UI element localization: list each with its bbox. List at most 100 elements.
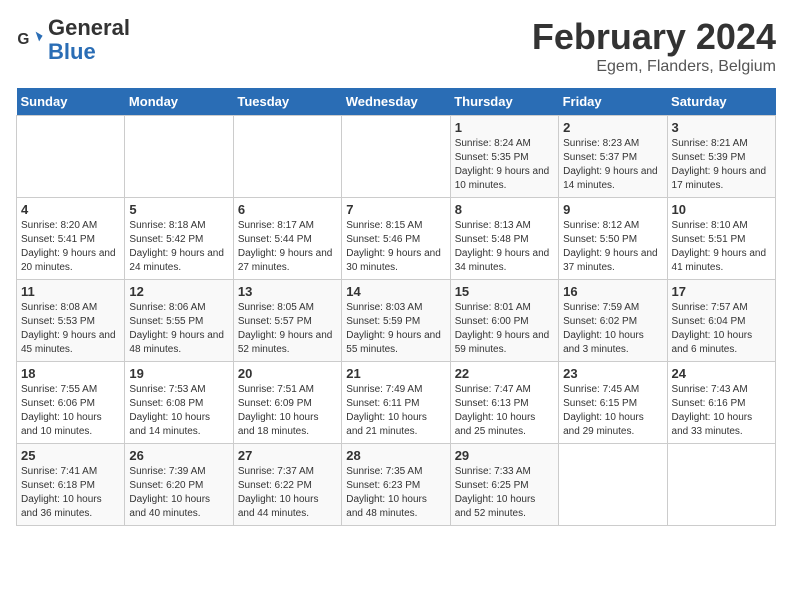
day-number: 14 bbox=[346, 284, 445, 299]
day-number: 5 bbox=[129, 202, 228, 217]
day-number: 10 bbox=[672, 202, 771, 217]
calendar-table: SundayMondayTuesdayWednesdayThursdayFrid… bbox=[16, 88, 776, 526]
calendar-cell: 21Sunrise: 7:49 AM Sunset: 6:11 PM Dayli… bbox=[342, 362, 450, 444]
day-number: 18 bbox=[21, 366, 120, 381]
logo: G General Blue bbox=[16, 16, 130, 64]
calendar-cell: 6 Sunrise: 8:17 AM Sunset: 5:44 PM Daylig… bbox=[233, 198, 341, 280]
day-info: Sunrise: 7:45 AM Sunset: 6:15 PM Dayligh… bbox=[563, 383, 662, 439]
title-section: February 2024 Egem, Flanders, Belgium bbox=[532, 16, 776, 76]
calendar-cell: 18 Sunrise: 7:55 AM Sunset: 6:06 PM Dayli… bbox=[17, 362, 125, 444]
day-info: Sunrise: 7:51 AM Sunset: 6:09 PM Dayligh… bbox=[238, 383, 337, 439]
calendar-header-row: SundayMondayTuesdayWednesdayThursdayFrid… bbox=[17, 88, 776, 116]
day-number: 8 bbox=[455, 202, 554, 217]
calendar-cell: 29 Sunrise: 7:33 AM Sunset: 6:25 PM Dayli… bbox=[450, 444, 558, 526]
calendar-cell: 11Sunrise: 8:08 AM Sunset: 5:53 PM Dayli… bbox=[17, 280, 125, 362]
day-number: 6 bbox=[238, 202, 337, 217]
day-info: Sunrise: 8:08 AM Sunset: 5:53 PM Dayligh… bbox=[21, 301, 120, 357]
calendar-cell: 12 Sunrise: 8:06 AM Sunset: 5:55 PM Dayli… bbox=[125, 280, 233, 362]
day-number: 20 bbox=[238, 366, 337, 381]
calendar-cell: 4 Sunrise: 8:20 AM Sunset: 5:41 PM Daylig… bbox=[17, 198, 125, 280]
calendar-week-1: 1 Sunrise: 8:24 AM Sunset: 5:35 PM Daylig… bbox=[17, 116, 776, 198]
calendar-cell: 23 Sunrise: 7:45 AM Sunset: 6:15 PM Dayli… bbox=[559, 362, 667, 444]
header-day-sunday: Sunday bbox=[17, 88, 125, 116]
calendar-cell: 19Sunrise: 7:53 AM Sunset: 6:08 PM Dayli… bbox=[125, 362, 233, 444]
calendar-cell bbox=[125, 116, 233, 198]
day-info: Sunrise: 7:57 AM Sunset: 6:04 PM Dayligh… bbox=[672, 301, 771, 357]
calendar-cell bbox=[667, 444, 775, 526]
logo-icon: G bbox=[16, 26, 44, 54]
calendar-cell: 25 Sunrise: 7:41 AM Sunset: 6:18 PM Dayli… bbox=[17, 444, 125, 526]
logo-general: General bbox=[48, 16, 130, 40]
header-day-monday: Monday bbox=[125, 88, 233, 116]
calendar-week-3: 11Sunrise: 8:08 AM Sunset: 5:53 PM Dayli… bbox=[17, 280, 776, 362]
day-info: Sunrise: 8:24 AM Sunset: 5:35 PM Dayligh… bbox=[455, 137, 554, 193]
day-info: Sunrise: 8:05 AM Sunset: 5:57 PM Dayligh… bbox=[238, 301, 337, 357]
day-info: Sunrise: 8:13 AM Sunset: 5:48 PM Dayligh… bbox=[455, 219, 554, 275]
calendar-cell: 3Sunrise: 8:21 AM Sunset: 5:39 PM Daylig… bbox=[667, 116, 775, 198]
day-number: 26 bbox=[129, 448, 228, 463]
day-info: Sunrise: 8:21 AM Sunset: 5:39 PM Dayligh… bbox=[672, 137, 771, 193]
calendar-cell: 1 Sunrise: 8:24 AM Sunset: 5:35 PM Daylig… bbox=[450, 116, 558, 198]
day-info: Sunrise: 7:55 AM Sunset: 6:06 PM Dayligh… bbox=[21, 383, 120, 439]
day-info: Sunrise: 7:43 AM Sunset: 6:16 PM Dayligh… bbox=[672, 383, 771, 439]
day-number: 28 bbox=[346, 448, 445, 463]
day-info: Sunrise: 7:37 AM Sunset: 6:22 PM Dayligh… bbox=[238, 465, 337, 521]
calendar-cell: 28Sunrise: 7:35 AM Sunset: 6:23 PM Dayli… bbox=[342, 444, 450, 526]
calendar-cell: 5 Sunrise: 8:18 AM Sunset: 5:42 PM Daylig… bbox=[125, 198, 233, 280]
day-info: Sunrise: 7:47 AM Sunset: 6:13 PM Dayligh… bbox=[455, 383, 554, 439]
day-number: 23 bbox=[563, 366, 662, 381]
calendar-cell: 27Sunrise: 7:37 AM Sunset: 6:22 PM Dayli… bbox=[233, 444, 341, 526]
logo-blue: Blue bbox=[48, 40, 130, 64]
day-info: Sunrise: 8:17 AM Sunset: 5:44 PM Dayligh… bbox=[238, 219, 337, 275]
header-day-wednesday: Wednesday bbox=[342, 88, 450, 116]
day-info: Sunrise: 8:03 AM Sunset: 5:59 PM Dayligh… bbox=[346, 301, 445, 357]
day-number: 17 bbox=[672, 284, 771, 299]
header: G General Blue February 2024 Egem, Fland… bbox=[16, 16, 776, 76]
day-number: 12 bbox=[129, 284, 228, 299]
day-number: 19 bbox=[129, 366, 228, 381]
calendar-cell: 9Sunrise: 8:12 AM Sunset: 5:50 PM Daylig… bbox=[559, 198, 667, 280]
day-info: Sunrise: 7:33 AM Sunset: 6:25 PM Dayligh… bbox=[455, 465, 554, 521]
day-info: Sunrise: 7:59 AM Sunset: 6:02 PM Dayligh… bbox=[563, 301, 662, 357]
day-number: 1 bbox=[455, 120, 554, 135]
calendar-cell: 7 Sunrise: 8:15 AM Sunset: 5:46 PM Daylig… bbox=[342, 198, 450, 280]
calendar-cell: 20 Sunrise: 7:51 AM Sunset: 6:09 PM Dayli… bbox=[233, 362, 341, 444]
header-day-thursday: Thursday bbox=[450, 88, 558, 116]
day-info: Sunrise: 8:18 AM Sunset: 5:42 PM Dayligh… bbox=[129, 219, 228, 275]
day-info: Sunrise: 8:01 AM Sunset: 6:00 PM Dayligh… bbox=[455, 301, 554, 357]
calendar-cell: 16 Sunrise: 7:59 AM Sunset: 6:02 PM Dayli… bbox=[559, 280, 667, 362]
day-number: 4 bbox=[21, 202, 120, 217]
day-info: Sunrise: 8:10 AM Sunset: 5:51 PM Dayligh… bbox=[672, 219, 771, 275]
day-number: 7 bbox=[346, 202, 445, 217]
svg-text:G: G bbox=[17, 31, 29, 48]
day-number: 22 bbox=[455, 366, 554, 381]
day-info: Sunrise: 8:20 AM Sunset: 5:41 PM Dayligh… bbox=[21, 219, 120, 275]
calendar-cell: 26 Sunrise: 7:39 AM Sunset: 6:20 PM Dayli… bbox=[125, 444, 233, 526]
calendar-cell bbox=[233, 116, 341, 198]
main-title: February 2024 bbox=[532, 16, 776, 58]
calendar-cell: 17 Sunrise: 7:57 AM Sunset: 6:04 PM Dayli… bbox=[667, 280, 775, 362]
day-info: Sunrise: 8:15 AM Sunset: 5:46 PM Dayligh… bbox=[346, 219, 445, 275]
calendar-week-5: 25 Sunrise: 7:41 AM Sunset: 6:18 PM Dayli… bbox=[17, 444, 776, 526]
day-number: 16 bbox=[563, 284, 662, 299]
calendar-cell bbox=[559, 444, 667, 526]
calendar-cell bbox=[342, 116, 450, 198]
day-number: 29 bbox=[455, 448, 554, 463]
day-number: 9 bbox=[563, 202, 662, 217]
calendar-cell: 14 Sunrise: 8:03 AM Sunset: 5:59 PM Dayli… bbox=[342, 280, 450, 362]
day-info: Sunrise: 7:41 AM Sunset: 6:18 PM Dayligh… bbox=[21, 465, 120, 521]
day-info: Sunrise: 8:06 AM Sunset: 5:55 PM Dayligh… bbox=[129, 301, 228, 357]
day-number: 13 bbox=[238, 284, 337, 299]
day-number: 25 bbox=[21, 448, 120, 463]
calendar-cell: 2Sunrise: 8:23 AM Sunset: 5:37 PM Daylig… bbox=[559, 116, 667, 198]
header-day-friday: Friday bbox=[559, 88, 667, 116]
calendar-week-2: 4 Sunrise: 8:20 AM Sunset: 5:41 PM Daylig… bbox=[17, 198, 776, 280]
day-number: 24 bbox=[672, 366, 771, 381]
logo-text: General Blue bbox=[48, 16, 130, 64]
day-number: 15 bbox=[455, 284, 554, 299]
header-day-tuesday: Tuesday bbox=[233, 88, 341, 116]
header-day-saturday: Saturday bbox=[667, 88, 775, 116]
calendar-cell: 8 Sunrise: 8:13 AM Sunset: 5:48 PM Daylig… bbox=[450, 198, 558, 280]
subtitle: Egem, Flanders, Belgium bbox=[532, 58, 776, 76]
day-info: Sunrise: 7:39 AM Sunset: 6:20 PM Dayligh… bbox=[129, 465, 228, 521]
